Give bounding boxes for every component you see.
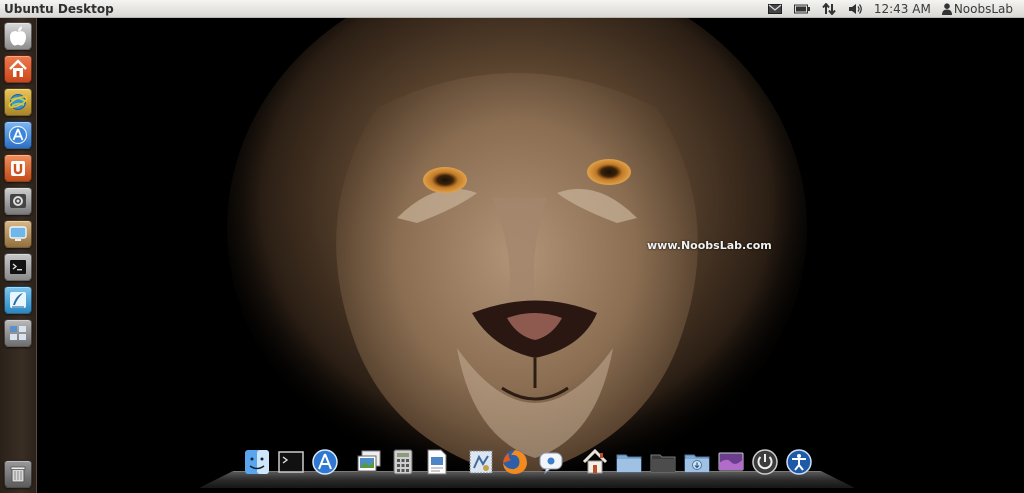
person-icon[interactable]: [936, 0, 954, 18]
workspaces-icon[interactable]: [4, 319, 32, 347]
quill-icon[interactable]: [4, 286, 32, 314]
mail-icon[interactable]: [762, 0, 788, 18]
speaker-icon[interactable]: [842, 0, 869, 18]
window-title: Ubuntu Desktop: [4, 1, 114, 16]
home-icon[interactable]: [581, 448, 609, 476]
launcher: [0, 18, 37, 493]
dark-folder-icon[interactable]: [649, 448, 677, 476]
downloads-folder-icon[interactable]: [683, 448, 711, 476]
terminal-icon[interactable]: [4, 253, 32, 281]
dock: [198, 444, 856, 493]
folder-icon[interactable]: [615, 448, 643, 476]
screen-icon[interactable]: [717, 448, 745, 476]
top-panel: Ubuntu Desktop 12:43 AM NoobsLab: [0, 0, 1024, 18]
indicator-area: 12:43 AM NoobsLab: [762, 0, 1024, 18]
settings-icon[interactable]: [4, 187, 32, 215]
globe-icon[interactable]: [4, 88, 32, 116]
apple-icon[interactable]: [4, 22, 32, 50]
trash-icon[interactable]: [4, 460, 32, 488]
firefox-icon[interactable]: [501, 448, 529, 476]
watermark-text: www.NoobsLab.com: [647, 239, 772, 252]
home-icon[interactable]: [4, 55, 32, 83]
battery-icon[interactable]: [788, 0, 816, 18]
lion-wallpaper: [227, 18, 807, 488]
photos-icon[interactable]: [355, 448, 383, 476]
finder-icon[interactable]: [243, 448, 271, 476]
network-arrows-icon[interactable]: [816, 0, 842, 18]
app-store-icon[interactable]: [311, 448, 339, 476]
mail-stamp-icon[interactable]: [467, 448, 495, 476]
u-bag-icon[interactable]: [4, 154, 32, 182]
monitor-icon[interactable]: [4, 220, 32, 248]
text-document-icon[interactable]: [423, 448, 451, 476]
chat-icon[interactable]: [537, 448, 565, 476]
app-store-icon[interactable]: [4, 121, 32, 149]
user-name[interactable]: NoobsLab: [954, 0, 1018, 18]
accessibility-icon[interactable]: [785, 448, 813, 476]
calculator-icon[interactable]: [389, 448, 417, 476]
clock[interactable]: 12:43 AM: [869, 0, 936, 18]
desktop: www.NoobsLab.com: [37, 18, 1024, 493]
power-icon[interactable]: [751, 448, 779, 476]
terminal-icon[interactable]: [277, 448, 305, 476]
